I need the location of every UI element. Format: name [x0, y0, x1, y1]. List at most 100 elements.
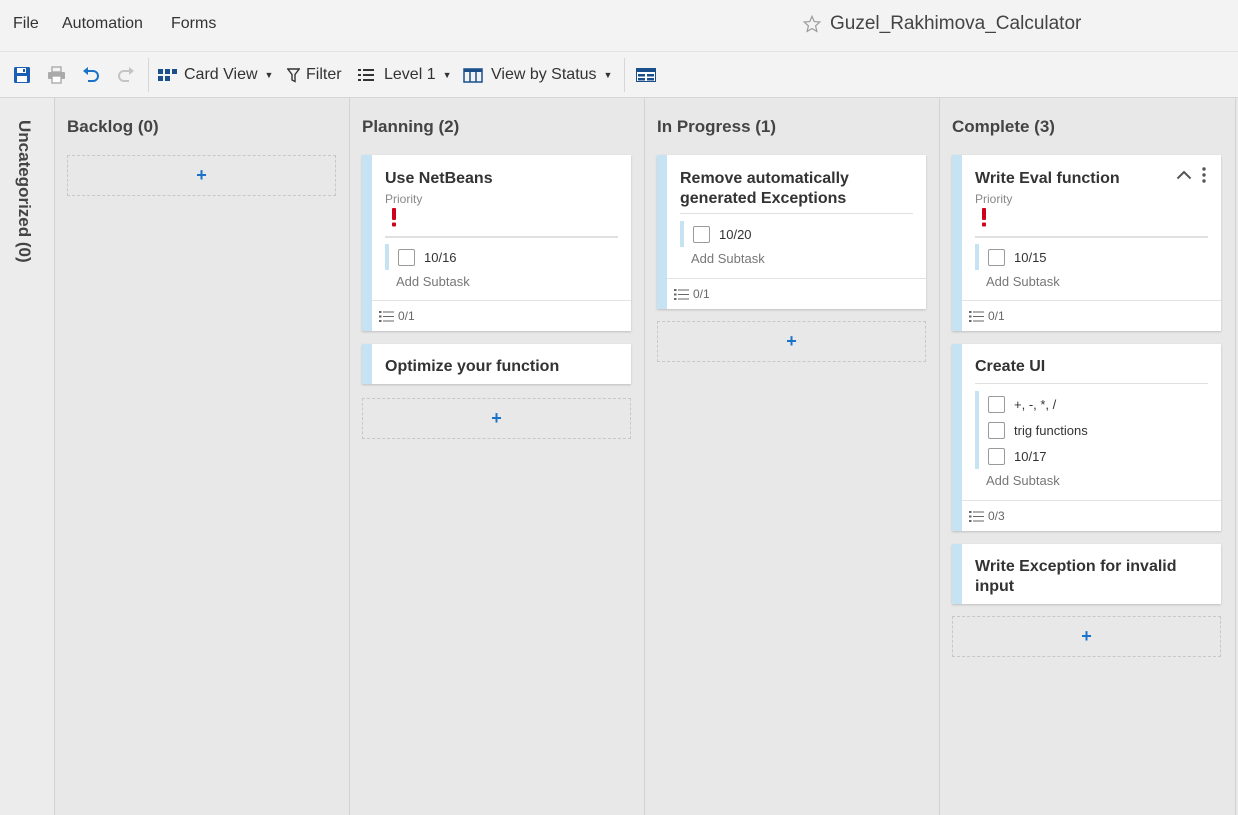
subtask-stripe: [680, 221, 684, 247]
card-divider: [680, 213, 913, 214]
filter-button[interactable]: Filter: [287, 52, 342, 98]
redo-button[interactable]: [117, 52, 135, 98]
priority-icon: [982, 208, 986, 227]
menu-file[interactable]: File: [13, 15, 39, 33]
card-stripe: [952, 544, 962, 604]
card-stripe: [952, 344, 962, 531]
level-list-icon: [358, 69, 374, 81]
subtask-item: 10/15: [975, 244, 1047, 270]
subtask-item: +, -, *, /: [975, 391, 1057, 417]
add-subtask-link[interactable]: Add Subtask: [986, 473, 1060, 488]
card-title: Optimize your function: [385, 358, 560, 375]
card-footer: 0/1: [667, 278, 926, 309]
card-board: Uncategorized (0) Backlog (0) + Planning…: [0, 98, 1238, 815]
card-stripe: [657, 155, 667, 309]
add-card-button[interactable]: +: [952, 616, 1221, 657]
lane-title: In Progress (1): [657, 117, 777, 136]
save-button[interactable]: [13, 52, 31, 98]
card-divider: [975, 383, 1208, 384]
uncategorized-lane[interactable]: Uncategorized (0): [0, 98, 55, 815]
undo-icon: [83, 67, 99, 82]
priority-label: Priority: [385, 192, 423, 206]
add-card-button[interactable]: +: [657, 321, 926, 362]
card-footer: 0/1: [372, 300, 631, 331]
redo-icon: [118, 67, 134, 82]
add-subtask-link[interactable]: Add Subtask: [986, 274, 1060, 289]
card-divider: [385, 236, 618, 238]
subtask-text: 10/16: [424, 249, 457, 265]
card-view-dropdown[interactable]: Card View ▼: [158, 52, 273, 98]
card-divider: [975, 236, 1208, 238]
subtask-checkbox[interactable]: [988, 421, 1005, 439]
subtask-checkbox[interactable]: [988, 447, 1005, 465]
undo-button[interactable]: [82, 52, 100, 98]
card-stripe: [952, 155, 962, 331]
subtask-checkbox[interactable]: [988, 248, 1005, 266]
card-use-netbeans[interactable]: Use NetBeans Priority 10/16 Add Subtask …: [362, 155, 631, 331]
view-by-dropdown[interactable]: View by Status ▼: [463, 52, 612, 98]
card-title: Remove automatically generated Exception…: [680, 170, 849, 207]
print-icon: [48, 66, 65, 84]
subtask-list-icon: [379, 310, 394, 322]
priority-label: Priority: [975, 192, 1013, 206]
toolbar-separator: [148, 58, 149, 92]
menu-bar: File Automation Forms Guzel_Rakhimova_Ca…: [0, 0, 1238, 52]
print-button[interactable]: [47, 52, 66, 98]
add-card-button[interactable]: +: [67, 155, 336, 196]
lane-planning: Planning (2) Use NetBeans Priority 10/16…: [350, 98, 645, 815]
subtask-checkbox[interactable]: [398, 248, 415, 266]
card-view-icon: [158, 69, 177, 81]
more-icon[interactable]: [1202, 167, 1206, 183]
card-title: Write Eval function: [975, 170, 1120, 187]
card-remove-exceptions[interactable]: Remove automatically generated Exception…: [657, 155, 926, 309]
subtask-text: 10/15: [1014, 249, 1047, 265]
card-view-label: Card View: [184, 66, 258, 83]
subtask-text: 10/17: [1014, 448, 1047, 464]
subtask-item: 10/17: [975, 443, 1047, 469]
subtask-text: 10/20: [719, 226, 752, 242]
grid-view-icon: [636, 68, 656, 82]
subtask-count: 0/3: [988, 509, 1005, 523]
add-card-button[interactable]: +: [362, 398, 631, 439]
add-subtask-link[interactable]: Add Subtask: [396, 274, 470, 289]
subtask-text: +, -, *, /: [1014, 396, 1057, 412]
subtask-stripe: [385, 244, 389, 270]
card-title: Write Exception for invalid input: [975, 558, 1177, 595]
chevron-down-icon: ▼: [264, 70, 274, 80]
menu-automation[interactable]: Automation: [62, 15, 143, 33]
subtask-item: 10/16: [385, 244, 457, 270]
toolbar: Card View ▼ Filter Level 1 ▼ View by Sta…: [0, 52, 1238, 98]
level-dropdown[interactable]: Level 1 ▼: [358, 52, 452, 98]
subtask-item: trig functions: [975, 417, 1088, 443]
subtask-stripe: [975, 417, 979, 443]
card-write-exception[interactable]: Write Exception for invalid input: [952, 544, 1221, 604]
menu-forms[interactable]: Forms: [171, 15, 216, 33]
filter-label: Filter: [306, 66, 342, 83]
grid-view-button[interactable]: [636, 52, 656, 98]
add-subtask-link[interactable]: Add Subtask: [691, 251, 765, 266]
card-create-ui[interactable]: Create UI +, -, *, / trig functions 10/1…: [952, 344, 1221, 531]
card-optimize[interactable]: Optimize your function: [362, 344, 631, 384]
card-stripe: [362, 344, 372, 384]
card-footer: 0/3: [962, 500, 1221, 531]
card-title: Create UI: [975, 358, 1046, 375]
subtask-stripe: [975, 244, 979, 270]
subtask-stripe: [975, 391, 979, 417]
sheet-title-area: Guzel_Rakhimova_Calculator: [803, 13, 1081, 35]
lane-title: Complete (3): [952, 117, 1055, 136]
collapse-icon[interactable]: [1176, 170, 1192, 180]
subtask-list-icon: [969, 310, 984, 322]
card-stripe: [362, 155, 372, 331]
card-write-eval[interactable]: Write Eval function Priority 10/15 Add S…: [952, 155, 1221, 331]
lane-backlog: Backlog (0) +: [55, 98, 350, 815]
subtask-count: 0/1: [988, 309, 1005, 323]
subtask-list-icon: [969, 510, 984, 522]
priority-icon: [392, 208, 396, 227]
card-footer: 0/1: [962, 300, 1221, 331]
lane-title: Planning (2): [362, 117, 460, 136]
subtask-checkbox[interactable]: [988, 395, 1005, 413]
star-icon[interactable]: [803, 15, 821, 33]
subtask-checkbox[interactable]: [693, 225, 710, 243]
subtask-item: 10/20: [680, 221, 752, 247]
lane-complete: Complete (3) Write Eval function Priorit…: [940, 98, 1236, 815]
